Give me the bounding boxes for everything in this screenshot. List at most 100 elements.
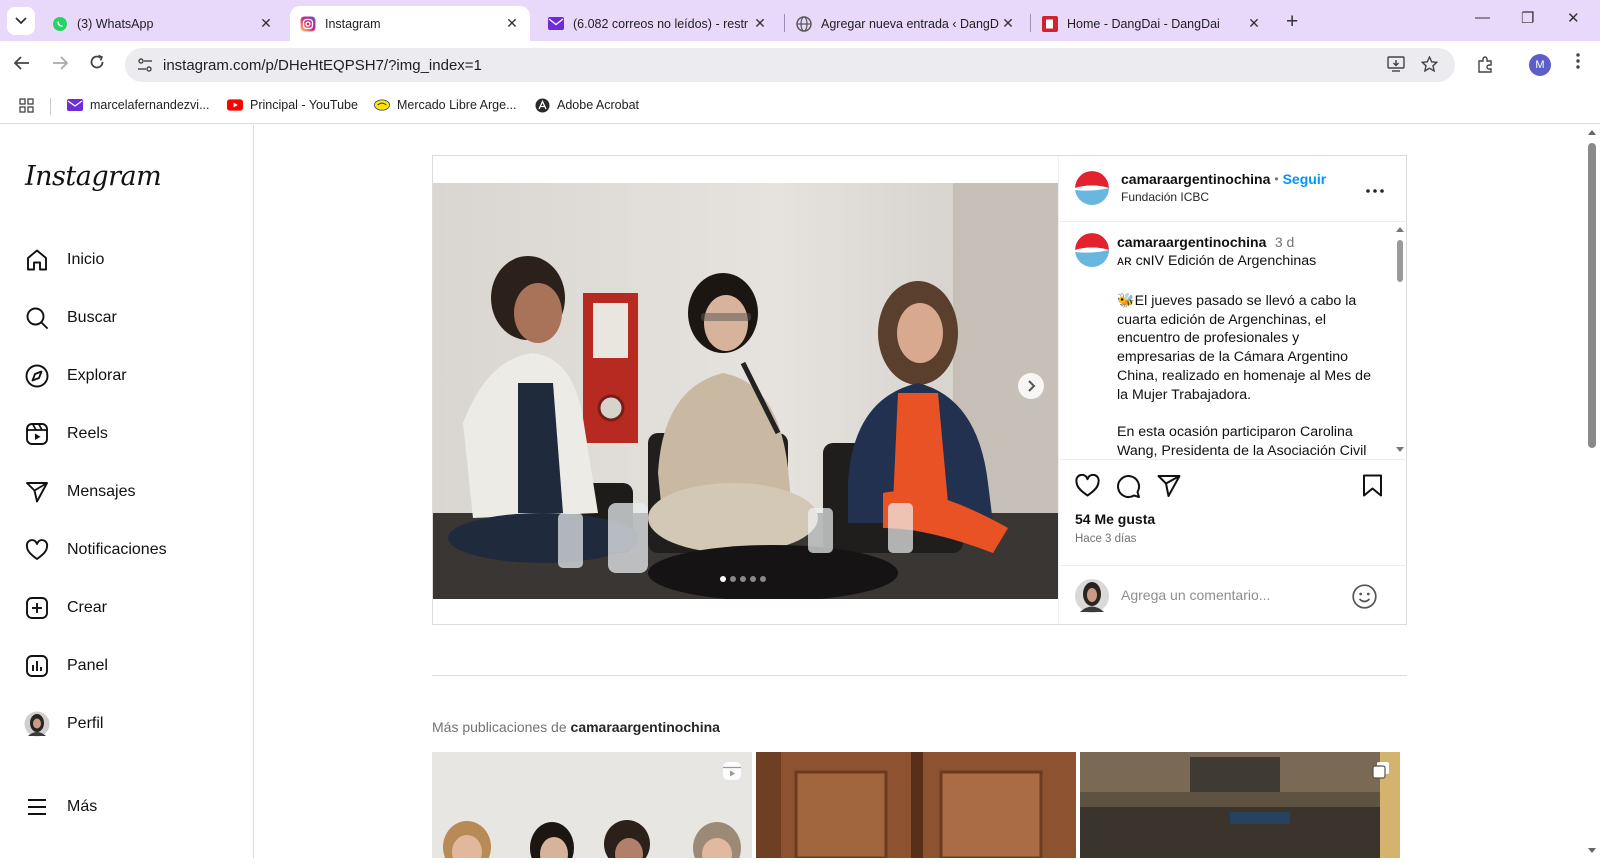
bookmark-mail[interactable]: marcelafernandezvi...	[67, 98, 210, 112]
post-time[interactable]: Hace 3 días	[1075, 533, 1136, 545]
tab-title: Instagram	[325, 16, 381, 31]
close-icon[interactable]: ✕	[258, 15, 274, 32]
mail-icon	[548, 16, 564, 32]
forward-button[interactable]	[52, 55, 69, 75]
instagram-icon	[300, 16, 316, 32]
mail-icon	[67, 98, 83, 112]
carousel-dots	[720, 576, 766, 582]
profile-avatar-button[interactable]: M	[1529, 54, 1551, 76]
reels-icon	[24, 421, 50, 447]
sidebar-item-mas[interactable]: Más	[24, 792, 97, 822]
grid-post-image	[1080, 752, 1400, 858]
page-scrollbar[interactable]	[1584, 125, 1600, 858]
close-icon[interactable]: ✕	[752, 15, 768, 32]
youtube-icon	[227, 98, 243, 112]
tab-title: Agregar nueva entrada ‹ DangD	[821, 16, 999, 31]
minimize-button[interactable]: —	[1475, 9, 1490, 26]
post-header: camaraargentinochina • Seguir Fundación …	[1059, 156, 1407, 222]
sidebar-item-reels[interactable]: Reels	[24, 419, 108, 449]
back-button[interactable]	[13, 55, 30, 75]
tab-dangdai[interactable]: Home - DangDai - DangDai ✕	[1032, 6, 1272, 41]
carousel-dot	[730, 576, 736, 582]
caption-first-line: ᴀʀ ᴄɴIV Edición de Argenchinas	[1117, 253, 1317, 269]
compass-icon	[24, 363, 50, 389]
grid-post-3[interactable]	[1080, 752, 1400, 858]
new-tab-button[interactable]: +	[1286, 10, 1298, 34]
follow-button[interactable]: Seguir	[1283, 171, 1327, 187]
post-photo[interactable]	[433, 183, 1058, 599]
bookmark-youtube[interactable]: Principal - YouTube	[227, 98, 358, 112]
more-posts-heading: Más publicaciones de camaraargentinochin…	[432, 719, 720, 735]
restore-button[interactable]: ❐	[1521, 9, 1534, 27]
sidebar-item-mensajes[interactable]: Mensajes	[24, 477, 135, 507]
apps-grid-icon[interactable]	[19, 98, 34, 113]
post-side-panel: camaraargentinochina • Seguir Fundación …	[1058, 156, 1407, 624]
reload-button[interactable]	[89, 54, 105, 75]
bookmark-label: Adobe Acrobat	[557, 98, 640, 112]
url-text[interactable]: instagram.com/p/DHeHtEQPSH7/?img_index=1	[163, 57, 482, 74]
omnibox[interactable]: instagram.com/p/DHeHtEQPSH7/?img_index=1	[125, 48, 1455, 82]
browser-menu-icon[interactable]	[1576, 53, 1580, 74]
bookmark-label: Mercado Libre Arge...	[397, 98, 517, 112]
tab-wordpress[interactable]: Agregar nueva entrada ‹ DangD ✕	[786, 6, 1026, 41]
tab-whatsapp[interactable]: (3) WhatsApp ✕	[42, 6, 284, 41]
sidebar-item-label: Más	[67, 798, 98, 815]
author-username[interactable]: camaraargentinochina	[1121, 171, 1270, 187]
author-avatar[interactable]	[1075, 171, 1109, 205]
site-info-icon[interactable]	[137, 57, 153, 78]
bookmark-mercadolibre[interactable]: Mercado Libre Arge...	[374, 98, 517, 112]
chart-icon	[24, 653, 50, 679]
tab-mail[interactable]: (6.082 correos no leídos) - restr ✕	[538, 6, 778, 41]
sidebar-item-panel[interactable]: Panel	[24, 651, 108, 681]
save-icon[interactable]	[1362, 474, 1383, 502]
sidebar-item-label: Explorar	[67, 367, 127, 384]
sidebar-item-label: Reels	[67, 425, 108, 442]
emoji-icon[interactable]	[1352, 584, 1377, 614]
acrobat-icon	[534, 98, 550, 112]
sidebar-item-crear[interactable]: Crear	[24, 593, 107, 623]
likes-count[interactable]: 54 Me gusta	[1075, 511, 1155, 527]
tab-separator	[1030, 14, 1031, 32]
caption-author[interactable]: camaraargentinochina	[1117, 234, 1266, 250]
sidebar-item-notificaciones[interactable]: Notificaciones	[24, 535, 167, 565]
comment-icon[interactable]	[1116, 474, 1141, 504]
reel-icon	[722, 761, 742, 786]
post-header-title: camaraargentinochina • Seguir	[1121, 171, 1326, 187]
home-icon	[24, 247, 50, 273]
grid-post-1[interactable]	[432, 752, 752, 858]
sidebar-item-label: Buscar	[67, 309, 117, 326]
address-bar-row: instagram.com/p/DHeHtEQPSH7/?img_index=1…	[0, 41, 1600, 89]
caption-scrollbar[interactable]	[1394, 222, 1406, 458]
comment-input[interactable]: Agrega un comentario...	[1121, 587, 1270, 603]
post-card: camaraargentinochina • Seguir Fundación …	[432, 155, 1407, 625]
caption-author-avatar[interactable]	[1075, 233, 1109, 267]
sidebar-item-perfil[interactable]: Perfil	[24, 709, 103, 739]
like-icon[interactable]	[1075, 473, 1100, 502]
sidebar-item-explorar[interactable]: Explorar	[24, 361, 127, 391]
grid-post-2[interactable]	[756, 752, 1076, 858]
more-options-icon[interactable]	[1366, 180, 1384, 198]
install-app-icon[interactable]	[1387, 56, 1405, 77]
carousel-next-button[interactable]	[1018, 373, 1044, 399]
dangdai-icon	[1042, 15, 1058, 32]
extensions-icon[interactable]	[1477, 56, 1494, 78]
bookmark-star-icon[interactable]	[1420, 55, 1439, 77]
sidebar-item-label: Crear	[67, 599, 108, 616]
tab-instagram[interactable]: Instagram ✕	[290, 6, 530, 41]
post-location[interactable]: Fundación ICBC	[1121, 190, 1209, 204]
close-window-button[interactable]: ✕	[1567, 9, 1580, 27]
sidebar-item-inicio[interactable]: Inicio	[24, 245, 104, 275]
close-icon[interactable]: ✕	[1246, 15, 1262, 32]
share-icon[interactable]	[1157, 474, 1181, 503]
tab-title: (3) WhatsApp	[77, 16, 154, 31]
chevron-right-icon	[1028, 380, 1036, 392]
sidebar-item-buscar[interactable]: Buscar	[24, 303, 117, 333]
close-icon[interactable]: ✕	[1000, 15, 1016, 32]
more-posts-author[interactable]: camaraargentinochina	[571, 719, 720, 735]
tab-search-button[interactable]	[7, 7, 35, 35]
instagram-logo[interactable]: Instagram	[25, 161, 162, 192]
bookmark-acrobat[interactable]: Adobe Acrobat	[534, 98, 639, 112]
commenter-avatar	[1075, 579, 1109, 618]
close-icon[interactable]: ✕	[504, 15, 520, 32]
caption-paragraph: 🐝El jueves pasado se llevó a cabo la cua…	[1117, 293, 1371, 403]
